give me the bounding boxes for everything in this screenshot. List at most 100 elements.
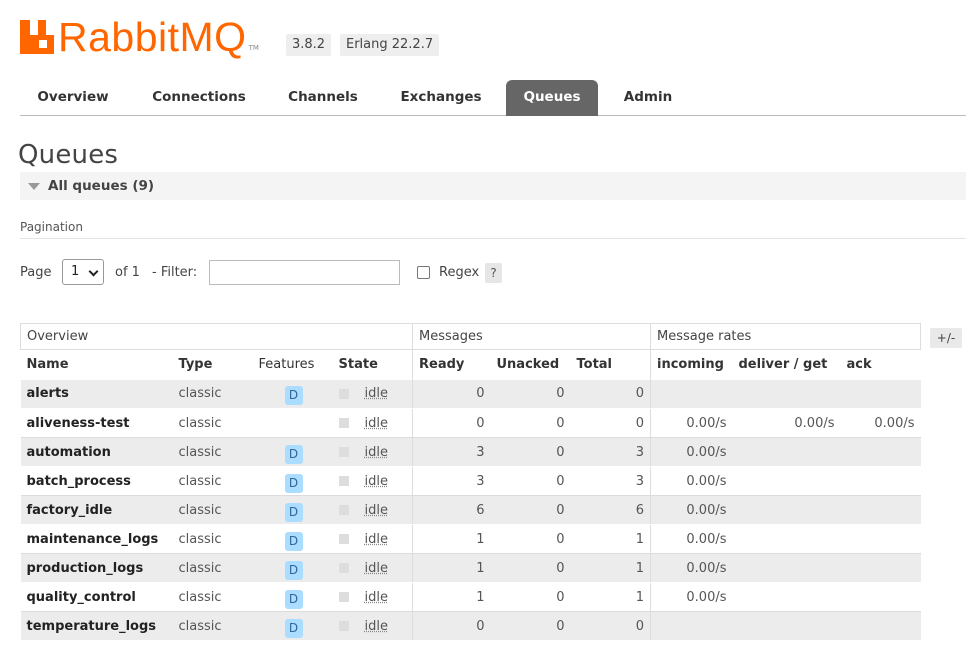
queues-table: Overview Messages Message rates Name Typ…	[20, 323, 921, 641]
rate-ack: 0.00/s	[840, 408, 921, 438]
queue-name-link[interactable]: aliveness-test	[20, 408, 173, 438]
queue-type: classic	[172, 553, 253, 583]
queue-name-link[interactable]: batch_process	[20, 466, 173, 496]
page-select-value: 1	[71, 264, 80, 279]
queue-features-cell: D	[252, 437, 333, 467]
rate-ack	[840, 553, 921, 583]
messages-unacked: 0	[490, 582, 571, 612]
pagination-divider	[20, 238, 966, 239]
state-indicator-icon	[338, 563, 349, 573]
queue-type: classic	[172, 495, 253, 525]
queue-type: classic	[172, 437, 253, 467]
col-ready[interactable]: Ready	[412, 349, 491, 380]
table-row[interactable]: alerts classic D idle 0 0 0	[20, 379, 921, 409]
rate-deliver-get	[732, 524, 841, 554]
table-row[interactable]: quality_control classic D idle 1 0 1 0.0…	[20, 582, 921, 612]
tab-overview[interactable]: Overview	[20, 80, 126, 115]
messages-unacked: 0	[490, 553, 571, 583]
rate-incoming: 0.00/s	[650, 524, 733, 554]
messages-total: 0	[570, 611, 651, 641]
col-name[interactable]: Name	[20, 349, 173, 380]
queue-state-cell: idle	[332, 437, 413, 467]
regex-checkbox[interactable]	[417, 266, 430, 279]
filter-input[interactable]	[209, 260, 400, 285]
filter-label: - Filter:	[152, 265, 198, 280]
durable-feature-badge: D	[284, 386, 303, 406]
messages-unacked: 0	[490, 524, 571, 554]
messages-ready: 1	[412, 524, 491, 554]
messages-ready: 1	[412, 553, 491, 583]
erlang-version-badge: Erlang 22.2.7	[340, 34, 440, 56]
table-row[interactable]: automation classic D idle 3 0 3 0.00/s	[20, 437, 921, 467]
messages-ready: 1	[412, 582, 491, 612]
queue-name-link[interactable]: temperature_logs	[20, 611, 173, 641]
table-group-header: Overview Messages Message rates	[20, 323, 921, 350]
queue-name-link[interactable]: automation	[20, 437, 173, 467]
table-row[interactable]: temperature_logs classic D idle 0 0 0	[20, 611, 921, 641]
rate-incoming: 0.00/s	[650, 495, 733, 525]
queue-name-link[interactable]: factory_idle	[20, 495, 173, 525]
col-total[interactable]: Total	[570, 349, 651, 380]
table-row[interactable]: maintenance_logs classic D idle 1 0 1 0.…	[20, 524, 921, 554]
queue-state-cell: idle	[332, 466, 413, 496]
table-row[interactable]: batch_process classic D idle 3 0 3 0.00/…	[20, 466, 921, 496]
tab-connections[interactable]: Connections	[138, 80, 260, 115]
tab-exchanges[interactable]: Exchanges	[388, 80, 494, 115]
queue-state: idle	[364, 589, 388, 605]
durable-feature-badge: D	[284, 444, 303, 464]
messages-ready: 3	[412, 466, 491, 496]
queue-state: idle	[364, 560, 388, 576]
regex-label: Regex	[439, 265, 480, 280]
queue-name-link[interactable]: maintenance_logs	[20, 524, 173, 554]
tab-channels[interactable]: Channels	[274, 80, 372, 115]
pagination-label[interactable]: Pagination	[20, 220, 83, 234]
page-select[interactable]: 1	[62, 259, 104, 285]
rate-incoming: 0.00/s	[650, 437, 733, 467]
messages-ready: 3	[412, 437, 491, 467]
messages-unacked: 0	[490, 611, 571, 641]
queue-type: classic	[172, 611, 253, 641]
durable-feature-badge: D	[284, 473, 303, 493]
col-unacked[interactable]: Unacked	[490, 349, 571, 380]
main-nav: Overview Connections Channels Exchanges …	[20, 80, 966, 116]
queue-name-link[interactable]: alerts	[20, 379, 173, 409]
queue-type: classic	[172, 379, 253, 409]
columns-toggle-button[interactable]: +/-	[930, 328, 962, 348]
rabbitmq-logo-icon	[20, 20, 54, 54]
tab-queues[interactable]: Queues	[506, 80, 598, 116]
logo-tm: TM	[248, 44, 259, 52]
queue-name-link[interactable]: production_logs	[20, 553, 173, 583]
rate-ack	[840, 495, 921, 525]
queue-state-cell: idle	[332, 524, 413, 554]
rate-deliver-get	[732, 466, 841, 496]
header: RabbitMQ TM 3.8.2 Erlang 22.2.7	[20, 10, 940, 62]
group-message-rates: Message rates	[650, 323, 921, 350]
rabbitmq-logo[interactable]: RabbitMQ TM	[20, 14, 280, 60]
table-row[interactable]: aliveness-test classic idle 0 0 0 0.00/s…	[20, 408, 921, 438]
queue-features-cell: D	[252, 495, 333, 525]
queue-state-cell: idle	[332, 553, 413, 583]
queue-name-link[interactable]: quality_control	[20, 582, 173, 612]
tab-admin[interactable]: Admin	[612, 80, 684, 115]
messages-total: 0	[570, 408, 651, 438]
col-type[interactable]: Type	[172, 349, 253, 380]
rate-deliver-get	[732, 582, 841, 612]
queue-features-cell: D	[252, 466, 333, 496]
col-incoming[interactable]: incoming	[650, 349, 733, 380]
table-row[interactable]: production_logs classic D idle 1 0 1 0.0…	[20, 553, 921, 583]
messages-total: 6	[570, 495, 651, 525]
regex-help-button[interactable]: ?	[485, 263, 502, 283]
col-ack[interactable]: ack	[840, 349, 921, 380]
col-state[interactable]: State	[332, 349, 413, 380]
col-deliver-get[interactable]: deliver / get	[732, 349, 841, 380]
table-column-header: Name Type Features State Ready Unacked T…	[20, 349, 921, 380]
messages-ready: 0	[412, 408, 491, 438]
state-indicator-icon	[338, 476, 349, 486]
messages-unacked: 0	[490, 466, 571, 496]
rate-incoming: 0.00/s	[650, 466, 733, 496]
messages-ready: 0	[412, 611, 491, 641]
all-queues-section-toggle[interactable]: All queues (9)	[20, 172, 966, 200]
table-row[interactable]: factory_idle classic D idle 6 0 6 0.00/s	[20, 495, 921, 525]
rate-ack	[840, 582, 921, 612]
page-count-label: of 1	[115, 265, 140, 280]
